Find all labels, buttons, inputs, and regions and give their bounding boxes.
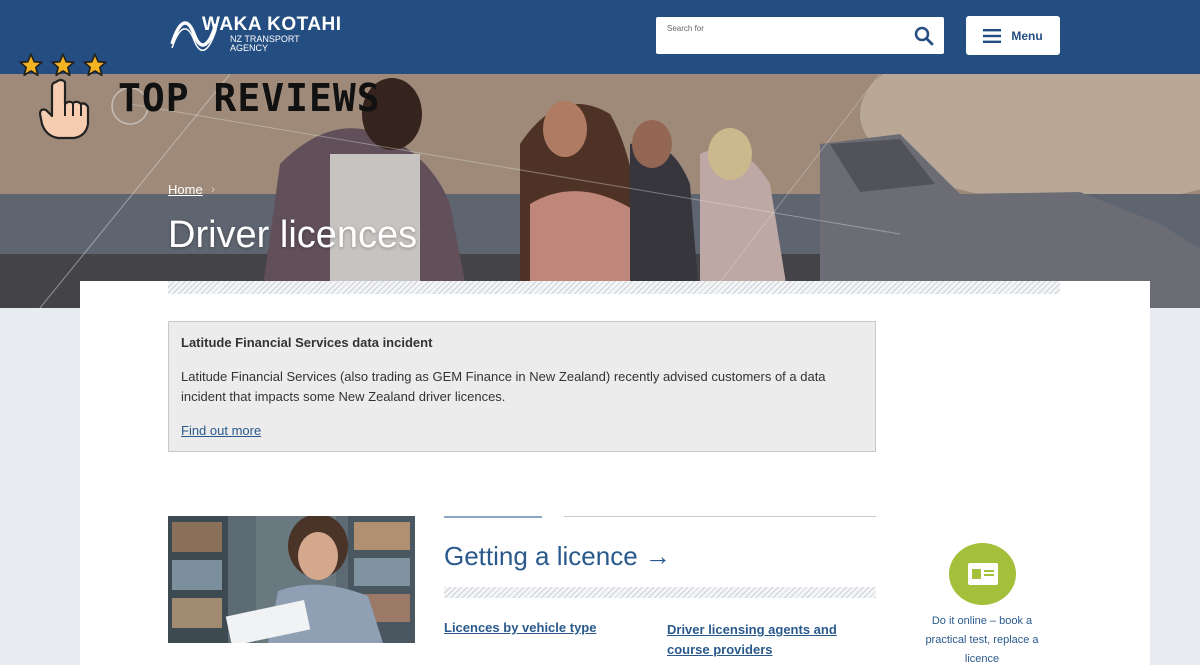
search-input[interactable]: Search for [656,17,944,54]
search-icon[interactable] [914,26,934,46]
section-rule [564,516,876,517]
hamburger-icon [983,28,1002,43]
top-reviews-overlay: TOP REVIEWS [14,48,464,140]
pointing-hand-icon [38,78,90,140]
find-out-more-link[interactable]: Find out more [181,423,261,438]
menu-label: Menu [1011,28,1043,43]
decorative-hatch [444,587,876,598]
breadcrumb-separator: › [211,182,215,196]
alert-body: Latitude Financial Services (also tradin… [181,369,826,404]
logo-subtitle-1: NZ TRANSPORT [230,34,300,44]
student-reading-photo [168,516,415,643]
top-reviews-label: TOP REVIEWS [118,76,381,120]
logo-title: WAKA KOTAHI [202,14,342,35]
page-title: Driver licences [168,214,418,256]
driver-licensing-agents-link[interactable]: Driver licensing agents and course provi… [667,620,857,660]
getting-a-licence-link[interactable]: Getting a licence → [444,541,671,572]
id-card-icon [967,563,998,585]
rating-stars [18,52,108,78]
star-icon [19,53,43,77]
do-it-online-link[interactable]: Do it online – book a practical test, re… [912,612,1052,665]
licences-by-vehicle-type-link[interactable]: Licences by vehicle type [444,620,596,635]
section-accent-rule [444,516,542,518]
bookshelf-image [168,516,415,643]
search-placeholder: Search for [667,24,704,33]
alert-title: Latitude Financial Services data inciden… [181,335,433,350]
decorative-hatch [168,281,1060,294]
online-services-button[interactable] [949,543,1016,605]
star-icon [51,53,75,77]
menu-button[interactable]: Menu [966,16,1060,55]
star-icon [83,53,107,77]
incident-alert: Latitude Financial Services data inciden… [168,321,876,452]
breadcrumb-home[interactable]: Home [168,182,203,197]
